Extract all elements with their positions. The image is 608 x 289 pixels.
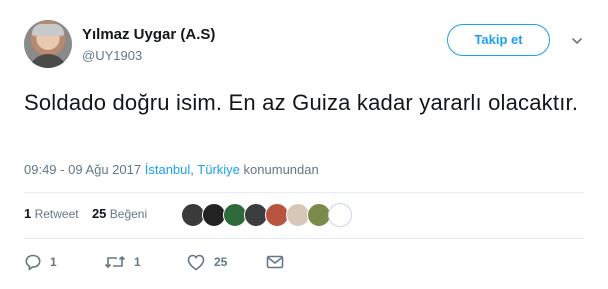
retweet-icon (104, 255, 126, 269)
like-count: 25 (214, 255, 228, 269)
user-avatar[interactable] (24, 20, 72, 68)
location-suffix: konumundan (243, 162, 319, 177)
retweet-count: 1 (134, 255, 141, 269)
tweet-text: Soldado doğru isim. En az Guiza kadar ya… (24, 90, 579, 115)
liker-avatar-8[interactable] (328, 203, 352, 227)
like-stat-count: 25 (91, 206, 107, 221)
reply-button[interactable]: 1 (24, 252, 57, 272)
like-stat[interactable]: 25 Beğeni (92, 206, 147, 221)
tweet-actions: 1 1 25 (24, 252, 324, 276)
location-city[interactable]: İstanbul (145, 162, 191, 177)
location-separator: , (190, 162, 194, 177)
reply-icon (25, 254, 41, 271)
location-country[interactable]: Türkiye (197, 162, 240, 177)
tweet-meta: 09:49 - 09 Ağu 2017 İstanbul, Türkiye ko… (24, 162, 319, 177)
tweet-timestamp[interactable]: 09:49 - 09 Ağu 2017 (24, 162, 141, 177)
like-button[interactable]: 25 (186, 252, 227, 272)
user-handle[interactable]: @UY1903 (82, 48, 142, 63)
retweet-stat-count: 1 (24, 206, 32, 221)
follow-button[interactable]: Takip et (447, 24, 550, 56)
divider (24, 238, 584, 239)
retweet-button[interactable]: 1 (104, 252, 141, 272)
direct-message-button[interactable] (266, 252, 284, 272)
tweet-header: Yılmaz Uygar (A.S) @UY1903 Takip et (24, 20, 584, 70)
user-display-name[interactable]: Yılmaz Uygar (A.S) (82, 26, 215, 43)
divider (24, 192, 584, 193)
envelope-icon (266, 255, 284, 269)
tweet-stats: 1 Retweet 25 Beğeni (24, 206, 157, 221)
heart-icon (187, 254, 205, 271)
reply-count: 1 (50, 255, 57, 269)
like-stat-label: Beğeni (109, 207, 148, 221)
retweet-stat[interactable]: 1 Retweet (24, 206, 79, 221)
chevron-down-icon[interactable] (570, 34, 584, 48)
retweet-stat-label: Retweet (34, 207, 79, 221)
